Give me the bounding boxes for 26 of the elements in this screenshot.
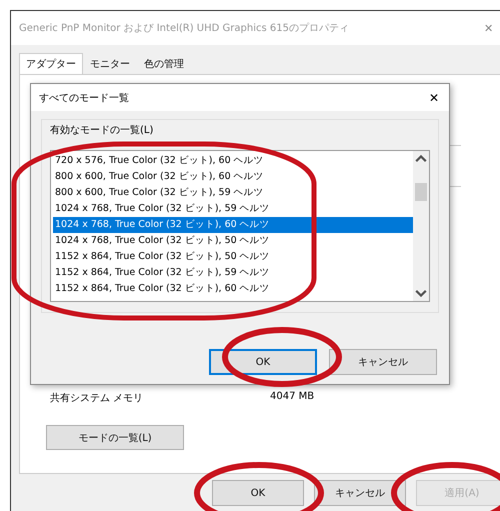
tab[interactable]: 色の管理 xyxy=(137,53,191,75)
scroll-thumb[interactable] xyxy=(415,183,427,201)
mode-list-item[interactable]: 800 x 600, True Color (32 ビット), 59 ヘルツ xyxy=(53,185,413,201)
mode-list-item[interactable]: 1152 x 864, True Color (32 ビット), 59 ヘルツ xyxy=(53,265,413,281)
dialog-title: すべてのモード一覧 xyxy=(39,92,129,104)
mode-list-item[interactable]: 1024 x 768, True Color (32 ビット), 50 ヘルツ xyxy=(53,233,413,249)
mode-list-item[interactable]: 720 x 576, True Color (32 ビット), 60 ヘルツ xyxy=(53,153,413,169)
dialog-button[interactable]: OK xyxy=(209,349,317,375)
scrollbar[interactable] xyxy=(413,151,429,301)
memory-label: 共有システム メモリ xyxy=(50,392,144,405)
mode-list-item[interactable]: 1024 x 768, True Color (32 ビット), 59 ヘルツ xyxy=(53,201,413,217)
close-button[interactable]: ✕ xyxy=(484,22,493,34)
close-button[interactable]: ✕ xyxy=(429,90,439,104)
mode-list-item[interactable]: 800 x 600, True Color (32 ビット), 60 ヘルツ xyxy=(53,169,413,185)
memory-value: 4047 MB xyxy=(270,391,314,404)
tab[interactable]: モニター xyxy=(83,53,137,75)
window-title: Generic PnP Monitor および Intel(R) UHD Graphics 615のプロパティ xyxy=(19,22,349,35)
tab[interactable]: アダプター xyxy=(19,53,83,75)
dialog-button[interactable]: キャンセル xyxy=(329,349,437,375)
list-modes-button[interactable]: モードの一覧(L) xyxy=(46,425,184,450)
list-label: 有効なモードの一覧(L) xyxy=(50,124,154,137)
mode-list-item[interactable]: 1152 x 864, True Color (32 ビット), 60 ヘルツ xyxy=(53,281,413,297)
dialog-button[interactable]: OK xyxy=(212,480,304,506)
mode-list-item[interactable]: 1024 x 768, True Color (32 ビット), 60 ヘルツ xyxy=(53,217,413,233)
mode-list-item[interactable]: 1152 x 864, True Color (32 ビット), 50 ヘルツ xyxy=(53,249,413,265)
modes-listbox[interactable] xyxy=(50,150,430,302)
